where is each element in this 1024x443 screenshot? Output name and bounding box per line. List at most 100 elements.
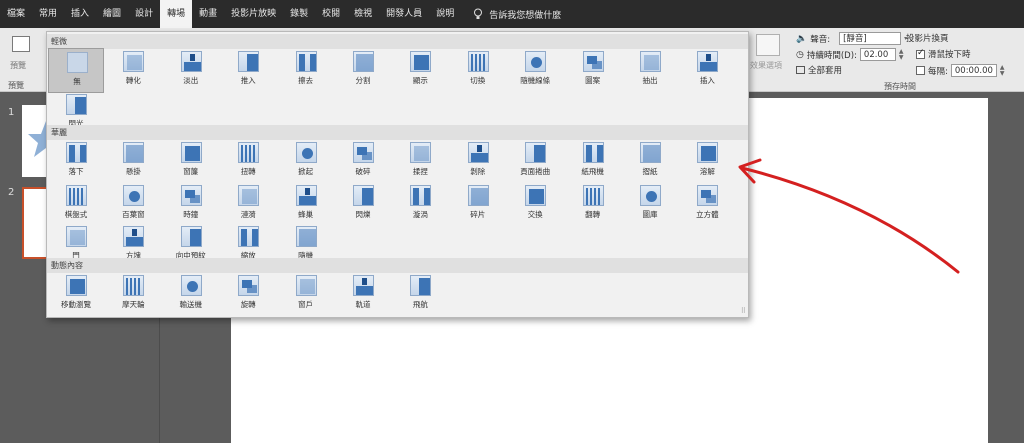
transition-item[interactable]: 時鐘 xyxy=(163,182,219,227)
tab-0[interactable]: 檔案 xyxy=(0,0,32,28)
transition-item[interactable]: 轉化 xyxy=(105,48,161,93)
transition-item[interactable]: 抽出 xyxy=(622,48,678,93)
transition-item[interactable]: 摩天輪 xyxy=(105,272,161,317)
transition-item[interactable]: 淡出 xyxy=(163,48,219,93)
transition-label: 插入 xyxy=(699,76,715,85)
transition-label: 摺紙 xyxy=(642,167,658,176)
transition-item[interactable]: 扭轉 xyxy=(220,139,276,184)
transition-item[interactable]: 碎片 xyxy=(450,182,506,227)
tab-2[interactable]: 插入 xyxy=(64,0,96,28)
transition-item[interactable]: 圖案 xyxy=(565,48,621,93)
transition-icon xyxy=(410,275,432,296)
transition-item[interactable]: 顯示 xyxy=(392,48,448,93)
tab-6[interactable]: 動畫 xyxy=(192,0,224,28)
transition-item[interactable]: 破碎 xyxy=(335,139,391,184)
tab-1[interactable]: 常用 xyxy=(32,0,64,28)
after-time-spinner[interactable]: ▲ ▼ xyxy=(1000,64,1005,77)
transition-item[interactable]: 落下 xyxy=(48,139,104,184)
transition-item[interactable]: 剝除 xyxy=(450,139,506,184)
tell-me-search[interactable]: 告訴我您想做什麼 xyxy=(473,8,561,21)
transition-item[interactable]: 推入 xyxy=(220,48,276,93)
tab-8[interactable]: 錄製 xyxy=(283,0,315,28)
transition-item[interactable]: 窗簾 xyxy=(163,139,219,184)
on-mouse-click-checkbox[interactable] xyxy=(916,48,925,59)
transition-icon xyxy=(238,51,260,72)
effect-options-button[interactable]: 效果選項 xyxy=(750,34,788,80)
transition-label: 碎片 xyxy=(470,210,486,219)
transition-icon xyxy=(66,94,87,115)
tab-4[interactable]: 設計 xyxy=(128,0,160,28)
transition-label: 漣漪 xyxy=(240,210,256,219)
transition-label: 推入 xyxy=(240,76,256,85)
transition-label: 頁面捲曲 xyxy=(520,167,551,176)
transition-item[interactable]: 摺紙 xyxy=(622,139,678,184)
transition-item[interactable]: 移動瀏覽 xyxy=(48,272,104,317)
transition-label: 輸送機 xyxy=(179,300,203,309)
transition-icon xyxy=(295,51,317,72)
tab-5[interactable]: 轉場 xyxy=(160,0,193,28)
transition-item[interactable]: 閃爍 xyxy=(335,182,391,227)
gallery-section-header: 華麗 xyxy=(47,125,748,140)
preview-group-label: 預覽 xyxy=(8,81,24,90)
transition-item[interactable]: 蜂巢 xyxy=(278,182,334,227)
transition-item[interactable]: 懸掛 xyxy=(105,139,161,184)
slide-number: 1 xyxy=(8,107,15,118)
transition-item[interactable]: 窗戶 xyxy=(278,272,334,317)
duration-input[interactable]: 02.00 xyxy=(859,48,896,61)
duration-spinner[interactable]: ▲ ▼ xyxy=(899,48,904,61)
transition-item[interactable]: 隨機線條 xyxy=(507,48,563,93)
duration-label: 持續時間(D): xyxy=(806,50,857,61)
transition-item[interactable]: 飛航 xyxy=(392,272,448,317)
after-time-input[interactable]: 00:00.00 xyxy=(950,64,997,77)
transition-item[interactable]: 掀起 xyxy=(278,139,334,184)
transition-item[interactable]: 溶解 xyxy=(679,139,735,184)
transition-item[interactable]: 分割 xyxy=(335,48,391,93)
transition-icon xyxy=(525,185,547,206)
transition-item[interactable]: 交換 xyxy=(507,182,563,227)
tab-12[interactable]: 說明 xyxy=(429,0,461,28)
tab-10[interactable]: 檢視 xyxy=(347,0,379,28)
transition-item[interactable]: 紙飛機 xyxy=(565,139,621,184)
tab-3[interactable]: 繪圖 xyxy=(96,0,128,28)
transition-item[interactable]: 頁面捲曲 xyxy=(507,139,563,184)
transition-item[interactable]: 切換 xyxy=(450,48,506,93)
effect-options-icon xyxy=(756,34,780,56)
transition-label: 軌道 xyxy=(355,300,371,309)
tab-7[interactable]: 投影片放映 xyxy=(224,0,283,28)
clock-icon: ◷ xyxy=(796,49,804,60)
transition-item[interactable]: 無 xyxy=(48,48,104,93)
transition-label: 隨機線條 xyxy=(520,76,551,85)
tell-me-label: 告訴我您想做什麼 xyxy=(489,10,562,21)
sound-select[interactable]: [靜音] xyxy=(839,32,902,45)
transition-icon xyxy=(295,185,317,206)
after-time-value: 00:00.00 xyxy=(954,66,993,76)
transition-label: 棋盤式 xyxy=(64,210,88,219)
tab-9[interactable]: 校閱 xyxy=(315,0,347,28)
tab-11[interactable]: 開發人員 xyxy=(379,0,429,28)
transition-item[interactable]: 揉捏 xyxy=(392,139,448,184)
transition-item[interactable]: 翻轉 xyxy=(565,182,621,227)
transition-item[interactable]: 軌道 xyxy=(335,272,391,317)
transition-item[interactable]: 旋轉 xyxy=(220,272,276,317)
transition-item[interactable]: 插入 xyxy=(679,48,735,93)
transition-item[interactable]: 百葉窗 xyxy=(105,182,161,227)
transition-icon xyxy=(66,275,87,296)
after-checkbox[interactable] xyxy=(916,66,925,75)
transition-label: 擦去 xyxy=(298,76,314,85)
transition-icon xyxy=(238,226,260,247)
transition-item[interactable]: 棋盤式 xyxy=(48,182,104,227)
resize-grip-icon[interactable]: ⠿ xyxy=(741,307,746,315)
transition-icon xyxy=(640,185,661,206)
transition-item[interactable]: 漣漪 xyxy=(220,182,276,227)
transition-icon xyxy=(295,275,317,296)
transition-item[interactable]: 輸送機 xyxy=(163,272,219,317)
transition-label: 剝除 xyxy=(470,167,486,176)
apply-all-button[interactable]: 全部套用 xyxy=(808,64,842,76)
transition-item[interactable]: 圖庫 xyxy=(622,182,678,227)
preview-icon xyxy=(12,36,30,52)
gallery-section-header: 動態內容 xyxy=(47,258,748,273)
transition-item[interactable]: 擦去 xyxy=(278,48,334,93)
transition-icon xyxy=(410,51,432,72)
transition-item[interactable]: 漩渦 xyxy=(392,182,448,227)
transition-item[interactable]: 立方體 xyxy=(679,182,735,227)
